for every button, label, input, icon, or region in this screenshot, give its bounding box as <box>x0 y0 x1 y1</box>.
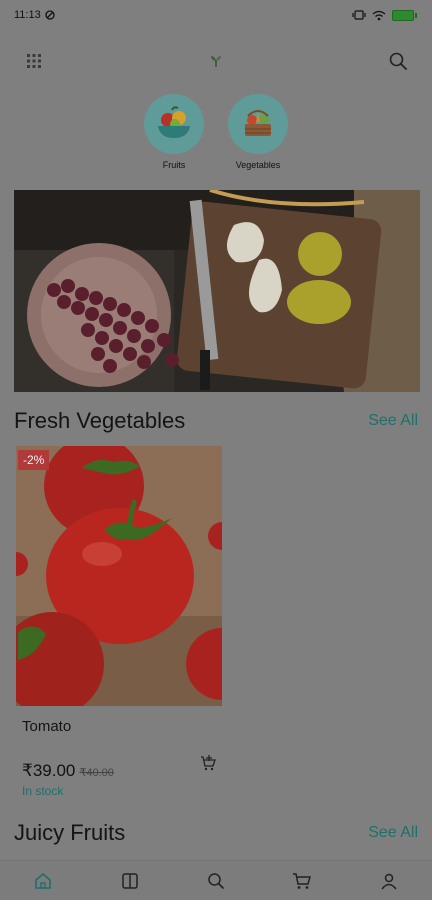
category-label: Fruits <box>162 160 186 170</box>
fruit-bowl-icon <box>144 94 204 154</box>
battery-icon <box>392 9 417 21</box>
cart-icon[interactable] <box>282 863 322 899</box>
promo-banner[interactable] <box>14 190 420 392</box>
see-all-link[interactable]: See All <box>368 824 418 842</box>
discount-badge: -2% <box>18 450 50 470</box>
add-to-cart-icon[interactable] <box>200 755 216 776</box>
section-title: Fresh Vegetables <box>14 408 186 433</box>
category-vegetables[interactable]: Vegetables <box>226 94 290 170</box>
section-fresh-vegetables: Fresh Vegetables See All <box>14 408 418 434</box>
section-juicy-fruits: Juicy Fruits See All <box>14 820 418 846</box>
bottom-nav <box>0 860 432 900</box>
search-icon[interactable] <box>386 49 410 73</box>
tomato-photo: -2% <box>16 446 222 706</box>
product-name: Tomato <box>22 718 72 735</box>
status-time: 11:13 <box>14 9 41 21</box>
product-price: ₹39.00 <box>22 761 76 780</box>
stock-status: In stock <box>22 784 64 798</box>
category-fruits[interactable]: Fruits <box>142 94 206 170</box>
category-list: Fruits Vegetables <box>0 94 432 170</box>
product-old-price: ₹40.00 <box>79 767 114 779</box>
vegetable-basket-icon <box>228 94 288 154</box>
product-card-tomato[interactable]: -2% Tomato ₹39.00 ₹40.00 In stock <box>16 446 222 798</box>
dnd-icon <box>45 10 55 20</box>
category-label: Vegetables <box>235 160 281 170</box>
app-header <box>0 44 432 78</box>
grid-menu-icon[interactable] <box>22 49 46 73</box>
home-icon[interactable] <box>23 863 63 899</box>
profile-icon[interactable] <box>369 863 409 899</box>
leaf-logo-icon <box>204 49 228 73</box>
wifi-icon <box>372 10 386 20</box>
catalog-icon[interactable] <box>110 863 150 899</box>
grapes-and-pears-photo <box>14 190 420 392</box>
section-title: Juicy Fruits <box>14 820 126 845</box>
price-row: ₹39.00 ₹40.00 <box>22 755 222 781</box>
search-icon[interactable] <box>196 863 236 899</box>
see-all-link[interactable]: See All <box>368 412 418 430</box>
vibrate-icon <box>352 10 366 20</box>
status-bar: 11:13 <box>0 0 432 30</box>
